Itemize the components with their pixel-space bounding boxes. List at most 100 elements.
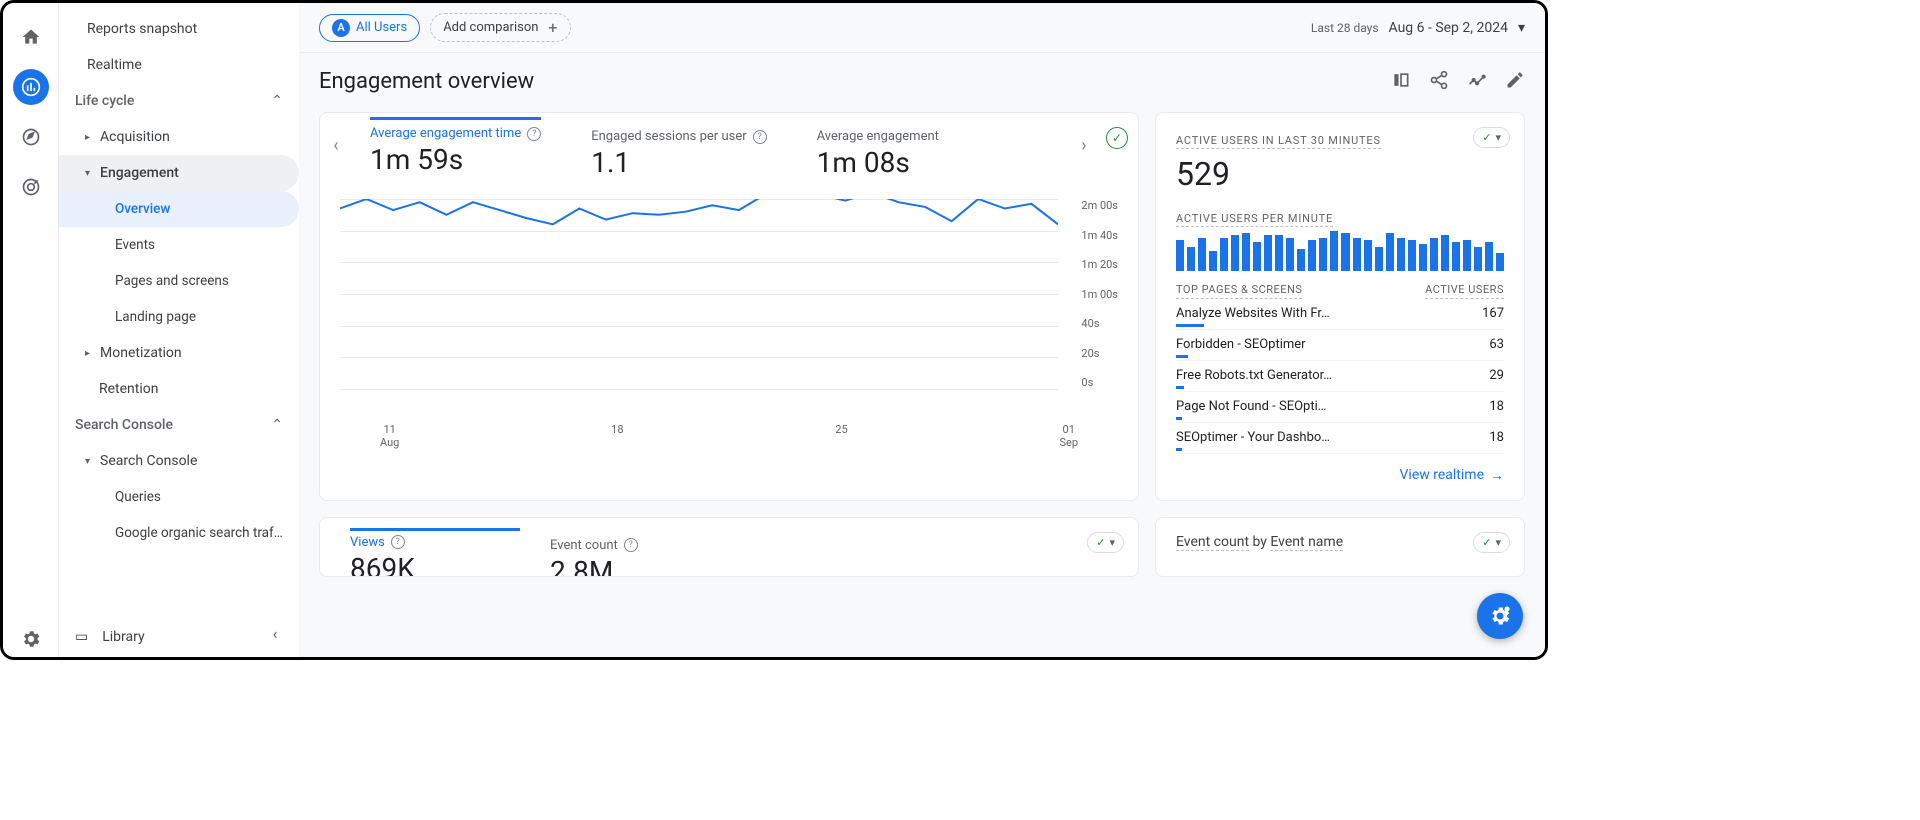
chevron-down-icon: ▾ [1495, 536, 1501, 549]
mini-bar [1176, 448, 1182, 451]
bar [1264, 235, 1272, 271]
bar [1253, 242, 1261, 271]
bar [1364, 240, 1372, 271]
arrow-right-icon: → [1490, 467, 1504, 484]
sidebar-searchconsole[interactable]: Search Console [59, 443, 299, 479]
realtime-table-header: TOP PAGES & SCREENS ACTIVE USERS [1176, 283, 1504, 299]
edit-icon[interactable] [1505, 70, 1525, 94]
y-tick: 1m 00s [1081, 288, 1118, 301]
x-tick-month: Aug [380, 436, 399, 449]
segment-badge: A [332, 19, 350, 37]
metric-views[interactable]: Views? 869K [350, 528, 520, 577]
help-icon[interactable]: ? [753, 130, 767, 144]
metric-value: 1.1 [591, 146, 766, 179]
bar [1353, 238, 1361, 271]
page-name: Page Not Found - SEOpti… [1176, 399, 1326, 414]
sidebar-acquisition[interactable]: Acquisition [59, 119, 299, 155]
table-row[interactable]: Free Robots.txt Generator…29 [1176, 361, 1504, 392]
sidebar-item-label: Search Console [100, 453, 197, 469]
reports-icon[interactable] [13, 69, 49, 105]
share-icon[interactable] [1429, 70, 1449, 94]
bar [1397, 238, 1405, 271]
sidebar-reports-snapshot[interactable]: Reports snapshot [59, 11, 299, 47]
bar [1496, 253, 1504, 271]
sidebar-engagement-landing[interactable]: Landing page [59, 299, 299, 335]
table-row[interactable]: Analyze Websites With Fr…167 [1176, 299, 1504, 330]
date-range-value: Aug 6 - Sep 2, 2024 [1389, 20, 1508, 36]
metric-value: 2.8M [550, 555, 720, 577]
sidebar-engagement-pages[interactable]: Pages and screens [59, 263, 299, 299]
page-name: Analyze Websites With Fr… [1176, 306, 1330, 321]
bar [1220, 238, 1228, 271]
sidebar-item-label: Monetization [100, 345, 182, 361]
y-tick: 2m 00s [1081, 199, 1118, 212]
sidebar-collapse-button[interactable]: ‹ [261, 619, 289, 647]
home-icon[interactable] [13, 19, 49, 55]
metric-value: 1m 59s [370, 143, 541, 176]
advertising-icon[interactable] [13, 169, 49, 205]
sidebar-section-lifecycle[interactable]: Life cycle⌃ [59, 83, 299, 119]
link-label: View realtime [1400, 467, 1484, 483]
page-value: 18 [1489, 399, 1504, 420]
x-tick: 11 [383, 423, 395, 436]
topbar: A All Users Add comparison + Last 28 day… [299, 3, 1545, 53]
insights-icon[interactable] [1467, 70, 1487, 94]
metric-label: Views [350, 535, 385, 550]
sidebar-organic[interactable]: Google organic search traf… [59, 515, 299, 551]
bar [1341, 233, 1349, 271]
sidebar-section-searchconsole[interactable]: Search Console⌃ [59, 407, 299, 443]
bar [1297, 249, 1305, 271]
metric-label: Average engagement [817, 129, 939, 144]
metric-avg-engagement-time[interactable]: Average engagement time? 1m 59s [370, 117, 541, 176]
sidebar-engagement[interactable]: Engagement [59, 155, 299, 191]
add-comparison-button[interactable]: Add comparison + [430, 13, 570, 42]
data-quality-dropdown[interactable]: ✓▾ [1473, 532, 1510, 553]
help-icon[interactable]: ? [624, 538, 638, 552]
metric-event-count[interactable]: Event count? 2.8M [550, 538, 720, 577]
table-row[interactable]: SEOptimer - Your Dashbo…18 [1176, 423, 1504, 454]
bar [1485, 242, 1493, 271]
bar [1308, 240, 1316, 271]
help-icon[interactable]: ? [391, 535, 405, 549]
mini-bar [1176, 386, 1184, 389]
y-tick: 1m 40s [1081, 229, 1118, 242]
view-realtime-link[interactable]: View realtime → [1400, 467, 1504, 484]
sidebar-section-label: Search Console [75, 417, 173, 433]
compare-icon[interactable] [1391, 70, 1411, 94]
settings-icon[interactable] [13, 621, 49, 657]
bar [1319, 238, 1327, 271]
sidebar-monetization[interactable]: Monetization [59, 335, 299, 371]
bar [1430, 238, 1438, 271]
bar [1187, 247, 1195, 271]
x-axis-labels: 11Aug 18 25 01Sep [340, 423, 1118, 449]
sidebar-realtime[interactable]: Realtime [59, 47, 299, 83]
sidebar-engagement-events[interactable]: Events [59, 227, 299, 263]
page-value: 63 [1489, 337, 1504, 358]
sidebar-item-label: Engagement [100, 165, 179, 181]
realtime-active-users: 529 [1176, 155, 1504, 193]
card-title: Event count by Event name [1176, 534, 1504, 550]
sidebar-engagement-overview[interactable]: Overview [59, 191, 299, 227]
y-tick: 40s [1081, 317, 1118, 330]
mini-bar [1176, 355, 1188, 358]
bar [1386, 233, 1394, 271]
assistant-fab[interactable] [1477, 593, 1523, 639]
main-area: A All Users Add comparison + Last 28 day… [299, 3, 1545, 657]
explore-icon[interactable] [13, 119, 49, 155]
date-range-picker[interactable]: Last 28 days Aug 6 - Sep 2, 2024 ▾ [1311, 20, 1525, 36]
metric-engaged-sessions-per-user[interactable]: Engaged sessions per user? 1.1 [591, 129, 766, 179]
metric-avg-engagement[interactable]: Average engagement 1m 08s [817, 129, 987, 179]
bar [1408, 240, 1416, 271]
help-icon[interactable]: ? [527, 127, 541, 141]
sidebar-queries[interactable]: Queries [59, 479, 299, 515]
table-row[interactable]: Forbidden - SEOptimer63 [1176, 330, 1504, 361]
card-title-dimension: Event name [1270, 534, 1343, 551]
sidebar-retention[interactable]: Retention [59, 371, 299, 407]
plus-icon: + [548, 18, 557, 37]
table-row[interactable]: Page Not Found - SEOpti… 18 [1176, 392, 1504, 423]
data-quality-dropdown[interactable]: ✓▾ [1473, 127, 1510, 148]
realtime-bar-chart [1176, 231, 1504, 271]
bar [1474, 247, 1482, 271]
sidebar-item-label: Library [102, 629, 144, 645]
segment-chip-all-users[interactable]: A All Users [319, 14, 420, 42]
